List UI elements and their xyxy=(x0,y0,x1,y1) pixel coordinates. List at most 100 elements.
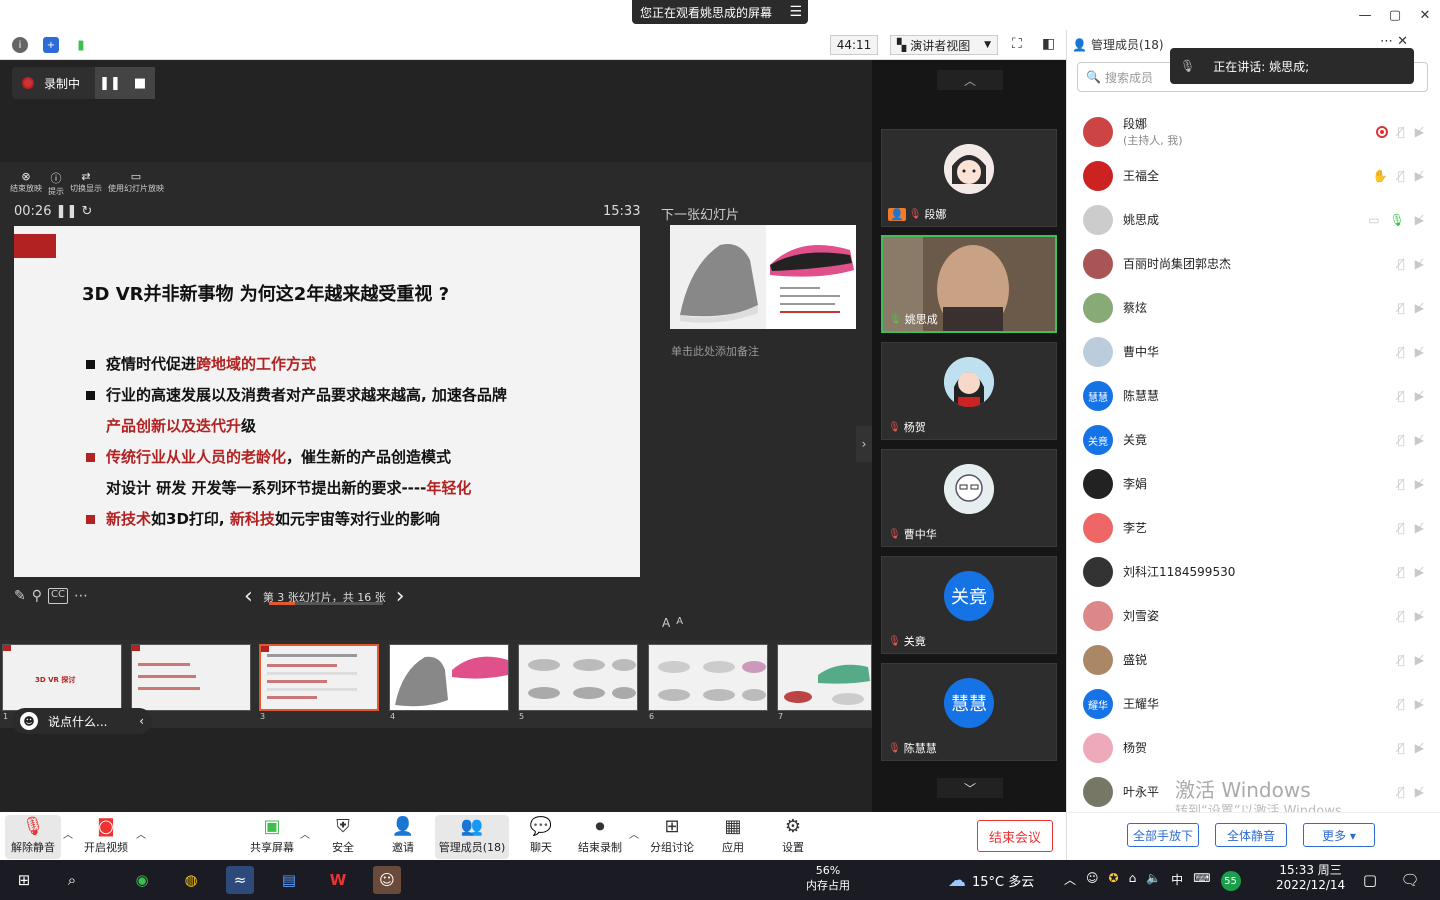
pen-icon[interactable]: ✎ xyxy=(14,588,26,604)
slide-thumb-2[interactable] xyxy=(131,644,251,711)
pause-recording-button[interactable]: ❚❚ xyxy=(95,67,125,99)
camera-off-icon[interactable]: ▶̸ xyxy=(1415,169,1424,183)
camera-off-icon[interactable]: ▶̸ xyxy=(1415,521,1424,535)
end-recording-button[interactable]: ⏺ 结束录制 xyxy=(576,815,624,859)
record-caret-icon[interactable]: ︿ xyxy=(629,826,639,841)
more-icon[interactable]: ⋯ xyxy=(74,588,88,604)
member-row[interactable]: 耀华 王耀华 🎙̸ ▶̸ xyxy=(1067,682,1440,726)
video-caret-icon[interactable]: ︿ xyxy=(136,826,146,841)
camera-off-icon[interactable]: ▶̸ xyxy=(1415,213,1424,227)
camera-off-icon[interactable]: ▶̸ xyxy=(1415,345,1424,359)
video-tile-caozhonghua[interactable]: 🎙 曹中华 xyxy=(881,449,1057,547)
mic-off-icon[interactable]: 🎙̸ xyxy=(1398,653,1405,667)
system-clock[interactable]: 15:33 周三 2022/12/14 xyxy=(1276,863,1345,893)
font-increase-icon[interactable]: A xyxy=(662,616,670,630)
hint-tool[interactable]: ⓘ 提示 xyxy=(48,170,64,197)
member-row[interactable]: 关竟 关竟 🎙̸ ▶̸ xyxy=(1067,418,1440,462)
mic-off-icon[interactable]: 🎙̸ xyxy=(1398,565,1405,579)
mic-off-icon[interactable]: 🎙̸ xyxy=(1398,301,1405,315)
member-row[interactable]: 刘科江1184599530 🎙̸ ▶̸ xyxy=(1067,550,1440,594)
prev-slide-icon[interactable]: ‹ xyxy=(244,584,253,609)
laser-icon[interactable]: ⚲ xyxy=(32,588,42,604)
volume-icon[interactable]: 🔈 xyxy=(1146,871,1161,891)
app-360-icon[interactable]: ◉ xyxy=(128,866,156,894)
video-tile-guanjing[interactable]: 关竟 🎙 关竟 xyxy=(881,556,1057,654)
start-video-button[interactable]: ◙ 开启视频 xyxy=(82,815,130,859)
camera-off-icon[interactable]: ▶̸ xyxy=(1415,565,1424,579)
member-row[interactable]: 慧慧 陈慧慧 🎙̸ ▶̸ xyxy=(1067,374,1440,418)
network-icon[interactable]: ⌂ xyxy=(1129,871,1137,891)
stop-recording-button[interactable]: ■ xyxy=(125,67,155,99)
search-icon[interactable]: ⌕ xyxy=(58,866,86,894)
member-row[interactable]: 王福全 ✋ 🎙̸ ▶̸ xyxy=(1067,154,1440,198)
action-center-icon[interactable]: 🗨 xyxy=(1396,866,1424,894)
mic-off-icon[interactable]: 🎙̸ xyxy=(1398,125,1405,139)
share-screen-button[interactable]: ▣ 共享屏幕 xyxy=(248,815,296,859)
camera-off-icon[interactable]: ▶̸ xyxy=(1415,433,1424,447)
chevron-right-icon[interactable]: › xyxy=(856,426,872,462)
next-slide-icon[interactable]: › xyxy=(396,584,405,609)
slide-thumb-1[interactable]: 3D VR 探讨 xyxy=(2,644,122,711)
member-row[interactable]: 蔡炫 🎙̸ ▶̸ xyxy=(1067,286,1440,330)
collapse-icon[interactable]: ‹ xyxy=(139,714,144,728)
end-show-tool[interactable]: ⊗ 结束放映 xyxy=(10,170,42,194)
close-button[interactable]: ✕ xyxy=(1410,0,1440,30)
camera-off-icon[interactable]: ▶̸ xyxy=(1415,785,1424,799)
notes-placeholder[interactable]: 单击此处添加备注 xyxy=(671,343,759,359)
mic-off-icon[interactable]: 🎙̸ xyxy=(1398,609,1405,623)
mute-all-button[interactable]: 全体静音 xyxy=(1215,823,1287,847)
tencent-meeting-icon[interactable]: ≈ xyxy=(226,866,254,894)
mic-off-icon[interactable]: 🎙̸ xyxy=(1398,477,1405,491)
mic-off-icon[interactable]: 🎙̸ xyxy=(1398,697,1405,711)
security-button[interactable]: ⛨ 安全 xyxy=(326,815,360,859)
member-row[interactable]: 盛锐 🎙̸ ▶̸ xyxy=(1067,638,1440,682)
camera-off-icon[interactable]: ▶̸ xyxy=(1415,125,1424,139)
use-slideshow-tool[interactable]: ▭ 使用幻灯片放映 xyxy=(108,170,164,194)
camera-off-icon[interactable]: ▶̸ xyxy=(1415,697,1424,711)
notification-app-icon[interactable]: ▢ xyxy=(1356,866,1384,894)
invite-button[interactable]: 👤 邀请 xyxy=(386,815,420,859)
share-caret-icon[interactable]: ︿ xyxy=(300,826,310,841)
file-explorer-icon[interactable]: ▤ xyxy=(275,866,303,894)
tray-badge[interactable]: 55 xyxy=(1220,871,1241,891)
camera-off-icon[interactable]: ▶̸ xyxy=(1415,741,1424,755)
presenter-view-dropdown[interactable]: ▚ 演讲者视图 ▼ xyxy=(890,35,998,55)
slide-thumb-6[interactable] xyxy=(648,644,768,711)
member-row[interactable]: 李艺 🎙̸ ▶̸ xyxy=(1067,506,1440,550)
camera-off-icon[interactable]: ▶̸ xyxy=(1415,609,1424,623)
mic-on-icon[interactable]: 🎙 xyxy=(1390,213,1405,227)
memory-usage[interactable]: 56% 内存占用 xyxy=(806,863,850,893)
mic-off-icon[interactable]: 🎙̸ xyxy=(1398,741,1405,755)
scroll-up-icon[interactable]: ︿ xyxy=(937,70,1003,90)
member-row[interactable]: 百丽时尚集团郭忠杰 🎙̸ ▶̸ xyxy=(1067,242,1440,286)
wps-icon[interactable]: W xyxy=(324,866,352,894)
camera-off-icon[interactable]: ▶̸ xyxy=(1415,389,1424,403)
menu-icon[interactable]: ☰ xyxy=(789,4,802,20)
video-tile-duanna[interactable]: 👤 🎙 段娜 xyxy=(881,129,1057,227)
audio-caret-icon[interactable]: ︿ xyxy=(63,826,73,841)
manage-members-button[interactable]: 👥 管理成员(18) xyxy=(435,815,509,859)
chrome-icon[interactable]: ◍ xyxy=(177,866,205,894)
breakout-rooms-button[interactable]: ⊞ 分组讨论 xyxy=(648,815,696,859)
signal-icon[interactable]: ▮ xyxy=(73,37,89,53)
video-tile-yaosicheng[interactable]: 🎙 姚思成 xyxy=(881,235,1057,337)
member-row[interactable]: 段娜 (主持人, 我) 🎙̸ ▶̸ xyxy=(1067,110,1440,154)
mic-off-icon[interactable]: 🎙̸ xyxy=(1398,433,1405,447)
switch-display-tool[interactable]: ⇄ 切换显示 xyxy=(70,170,102,194)
camera-off-icon[interactable]: ▶̸ xyxy=(1415,301,1424,315)
mic-off-icon[interactable]: 🎙̸ xyxy=(1398,257,1405,271)
camera-off-icon[interactable]: ▶̸ xyxy=(1415,653,1424,667)
more-options-button[interactable]: 更多 ▾ xyxy=(1303,823,1375,847)
mic-off-icon[interactable]: 🎙̸ xyxy=(1398,521,1405,535)
slide-thumb-4[interactable] xyxy=(389,644,509,711)
scroll-down-icon[interactable]: ﹀ xyxy=(937,778,1003,798)
shield-icon[interactable]: + xyxy=(43,37,59,53)
minimize-button[interactable]: — xyxy=(1350,0,1380,30)
camera-off-icon[interactable]: ▶̸ xyxy=(1415,477,1424,491)
member-row[interactable]: 姚思成 ▭ 🎙 ▶̸ xyxy=(1067,198,1440,242)
subtitles-icon[interactable]: CC xyxy=(48,588,68,604)
photo-app-icon[interactable]: ☺ xyxy=(373,866,401,894)
settings-button[interactable]: ⚙ 设置 xyxy=(778,815,808,859)
member-row[interactable]: 曹中华 🎙̸ ▶̸ xyxy=(1067,330,1440,374)
chevron-up-icon[interactable]: ︿ xyxy=(1064,871,1076,891)
